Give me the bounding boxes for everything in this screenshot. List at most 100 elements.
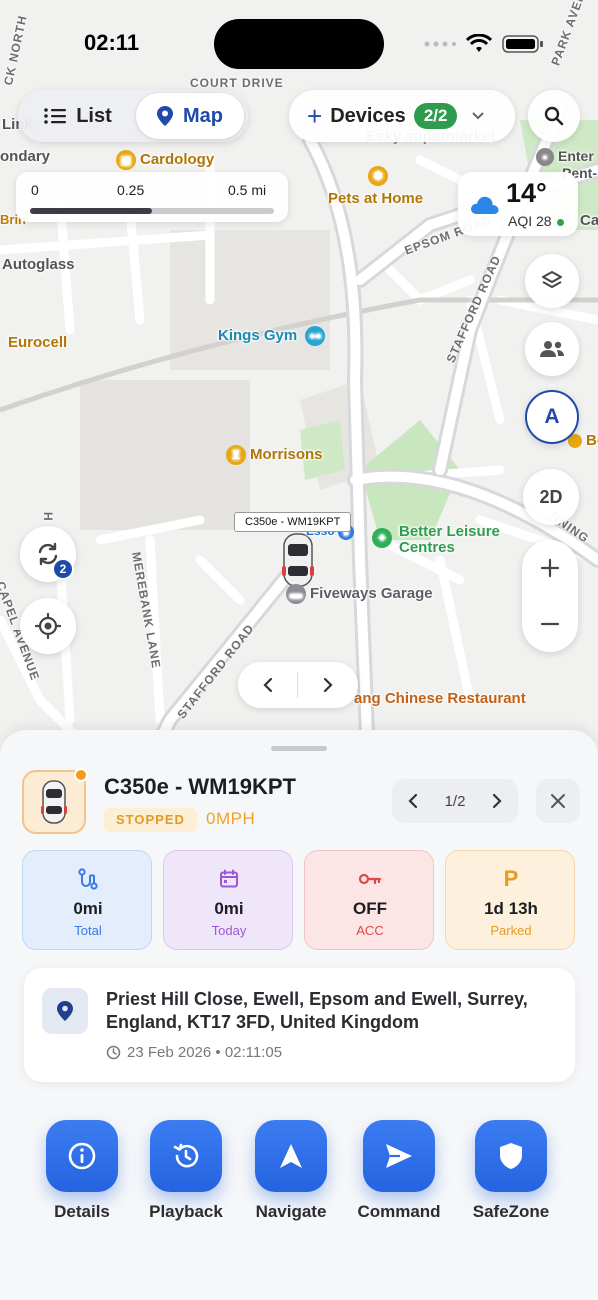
details-button[interactable] bbox=[46, 1120, 118, 1192]
refresh-button[interactable]: 2 bbox=[20, 526, 76, 582]
layers-icon bbox=[542, 271, 562, 288]
list-icon bbox=[44, 108, 67, 124]
map-prev-button[interactable] bbox=[238, 662, 298, 708]
car-top-icon bbox=[41, 780, 67, 824]
gym-icon: ⊶ bbox=[305, 326, 326, 346]
crosshair-icon bbox=[35, 613, 61, 639]
view-toggle: List Map bbox=[18, 90, 248, 142]
details-action[interactable]: Details bbox=[27, 1120, 137, 1230]
temperature: 14° bbox=[506, 178, 547, 208]
devices-count-badge: 2/2 bbox=[413, 103, 458, 129]
street-h-label: H bbox=[41, 512, 55, 522]
plus-icon bbox=[540, 558, 560, 578]
playback-label: Playback bbox=[149, 1202, 223, 1221]
cardology-icon: ▣ bbox=[116, 150, 136, 170]
next-vehicle-button[interactable] bbox=[476, 779, 518, 823]
vehicle-pager-count: 1/2 bbox=[444, 792, 466, 810]
location-pin-icon bbox=[42, 988, 88, 1034]
devices-button[interactable]: + Devices 2/2 bbox=[289, 90, 515, 142]
chevron-left-icon bbox=[408, 793, 418, 809]
list-view-button[interactable]: List bbox=[22, 93, 134, 139]
navigate-label: Navigate bbox=[255, 1202, 327, 1221]
people-button[interactable] bbox=[525, 322, 579, 376]
compass-button[interactable]: A bbox=[525, 390, 579, 444]
refresh-count-badge: 2 bbox=[52, 558, 74, 580]
scale-tick-2: 0.5 mi bbox=[228, 182, 267, 198]
stat-today-value: 0mi bbox=[214, 899, 244, 918]
poi-ca: Ca bbox=[580, 212, 598, 229]
status-badge: STOPPED bbox=[104, 808, 197, 832]
stat-acc-label: ACC bbox=[356, 923, 384, 938]
signal-icon bbox=[424, 41, 456, 47]
scale-track bbox=[30, 208, 274, 214]
weather-widget[interactable]: 14° AQI 28 bbox=[458, 172, 578, 236]
view-2d-button[interactable]: 2D bbox=[523, 469, 579, 525]
minus-icon bbox=[540, 622, 560, 626]
vehicle-speed: 0MPH bbox=[206, 809, 256, 828]
poi-kings-gym[interactable]: Kings Gym ⊶ bbox=[218, 326, 329, 346]
command-label: Command bbox=[357, 1202, 441, 1221]
poi-better-leisure[interactable]: ✦ Better Leisure Centres bbox=[372, 524, 512, 556]
locate-me-button[interactable] bbox=[20, 598, 76, 654]
address-text: Priest Hill Close, Ewell, Epsom and Ewel… bbox=[106, 989, 528, 1032]
close-sheet-button[interactable] bbox=[536, 779, 580, 823]
zoom-controls bbox=[522, 540, 578, 652]
vehicle-pager: 1/2 bbox=[392, 779, 518, 823]
navigate-action[interactable]: Navigate bbox=[236, 1120, 346, 1230]
map-scale: 0 0.25 0.5 mi bbox=[16, 172, 288, 222]
safezone-action[interactable]: SafeZone bbox=[456, 1120, 566, 1230]
status-icons bbox=[424, 34, 544, 54]
stat-parked: P 1d 13h Parked bbox=[445, 850, 575, 950]
history-icon bbox=[173, 1143, 199, 1168]
stat-total-value: 0mi bbox=[73, 899, 103, 918]
poi-cardology[interactable]: ▣ Cardology bbox=[116, 150, 214, 170]
poi-enter: ▪ Enter bbox=[536, 148, 594, 167]
vehicle-status-dot bbox=[74, 768, 88, 782]
poi-morrisons[interactable]: ⊻ Morrisons bbox=[226, 445, 323, 465]
scale-tick-1: 0.25 bbox=[117, 182, 145, 198]
vehicle-name: C350e - WM19KPT bbox=[104, 774, 296, 799]
poi-pets-at-home[interactable]: ✽ Pets at Home bbox=[328, 166, 423, 207]
route-icon bbox=[78, 868, 98, 890]
aqi-status-dot bbox=[556, 218, 564, 226]
stat-today-label: Today bbox=[211, 923, 247, 938]
zoom-out-button[interactable] bbox=[522, 596, 578, 652]
command-button[interactable] bbox=[363, 1120, 435, 1192]
shield-icon bbox=[500, 1143, 522, 1169]
car-map-label: C350e - WM19KPT bbox=[234, 512, 352, 532]
safezone-button[interactable] bbox=[475, 1120, 547, 1192]
playback-button[interactable] bbox=[150, 1120, 222, 1192]
status-time: 02:11 bbox=[84, 30, 140, 55]
chevron-left-icon bbox=[263, 677, 273, 693]
chevron-right-icon bbox=[323, 677, 333, 693]
battery-icon bbox=[502, 35, 543, 53]
address-card[interactable]: Priest Hill Close, Ewell, Epsom and Ewel… bbox=[24, 968, 575, 1082]
search-button[interactable] bbox=[528, 90, 580, 142]
prev-vehicle-button[interactable] bbox=[392, 779, 434, 823]
safezone-label: SafeZone bbox=[472, 1202, 550, 1221]
map-view-button[interactable]: Map bbox=[136, 93, 244, 139]
running-icon: ✦ bbox=[372, 528, 392, 548]
playback-action[interactable]: Playback bbox=[131, 1120, 241, 1230]
navigate-arrow-icon bbox=[280, 1144, 302, 1168]
map-vehicle-pager bbox=[238, 662, 358, 708]
close-icon bbox=[551, 794, 565, 808]
paw-icon: ✽ bbox=[368, 166, 388, 186]
stat-total-label: Total bbox=[74, 923, 102, 938]
map-next-button[interactable] bbox=[298, 662, 358, 708]
plus-icon: + bbox=[307, 101, 323, 131]
command-action[interactable]: Command bbox=[344, 1120, 454, 1230]
layers-button[interactable] bbox=[525, 254, 579, 308]
poi-autoglass: Autoglass bbox=[2, 256, 75, 273]
chevron-right-icon bbox=[492, 793, 502, 809]
stat-today: 0mi Today bbox=[163, 850, 293, 950]
zoom-in-button[interactable] bbox=[522, 540, 578, 596]
scale-fill bbox=[30, 208, 152, 214]
map-pin-icon bbox=[157, 106, 173, 126]
navigate-button[interactable] bbox=[255, 1120, 327, 1192]
sheet-grabber[interactable] bbox=[271, 746, 327, 751]
stat-total: 0mi Total bbox=[22, 850, 152, 950]
stat-parked-label: Parked bbox=[490, 923, 532, 938]
status-bar: 02:11 bbox=[0, 0, 598, 90]
poi-fiveways[interactable]: ▬ Fiveways Garage bbox=[286, 584, 433, 604]
